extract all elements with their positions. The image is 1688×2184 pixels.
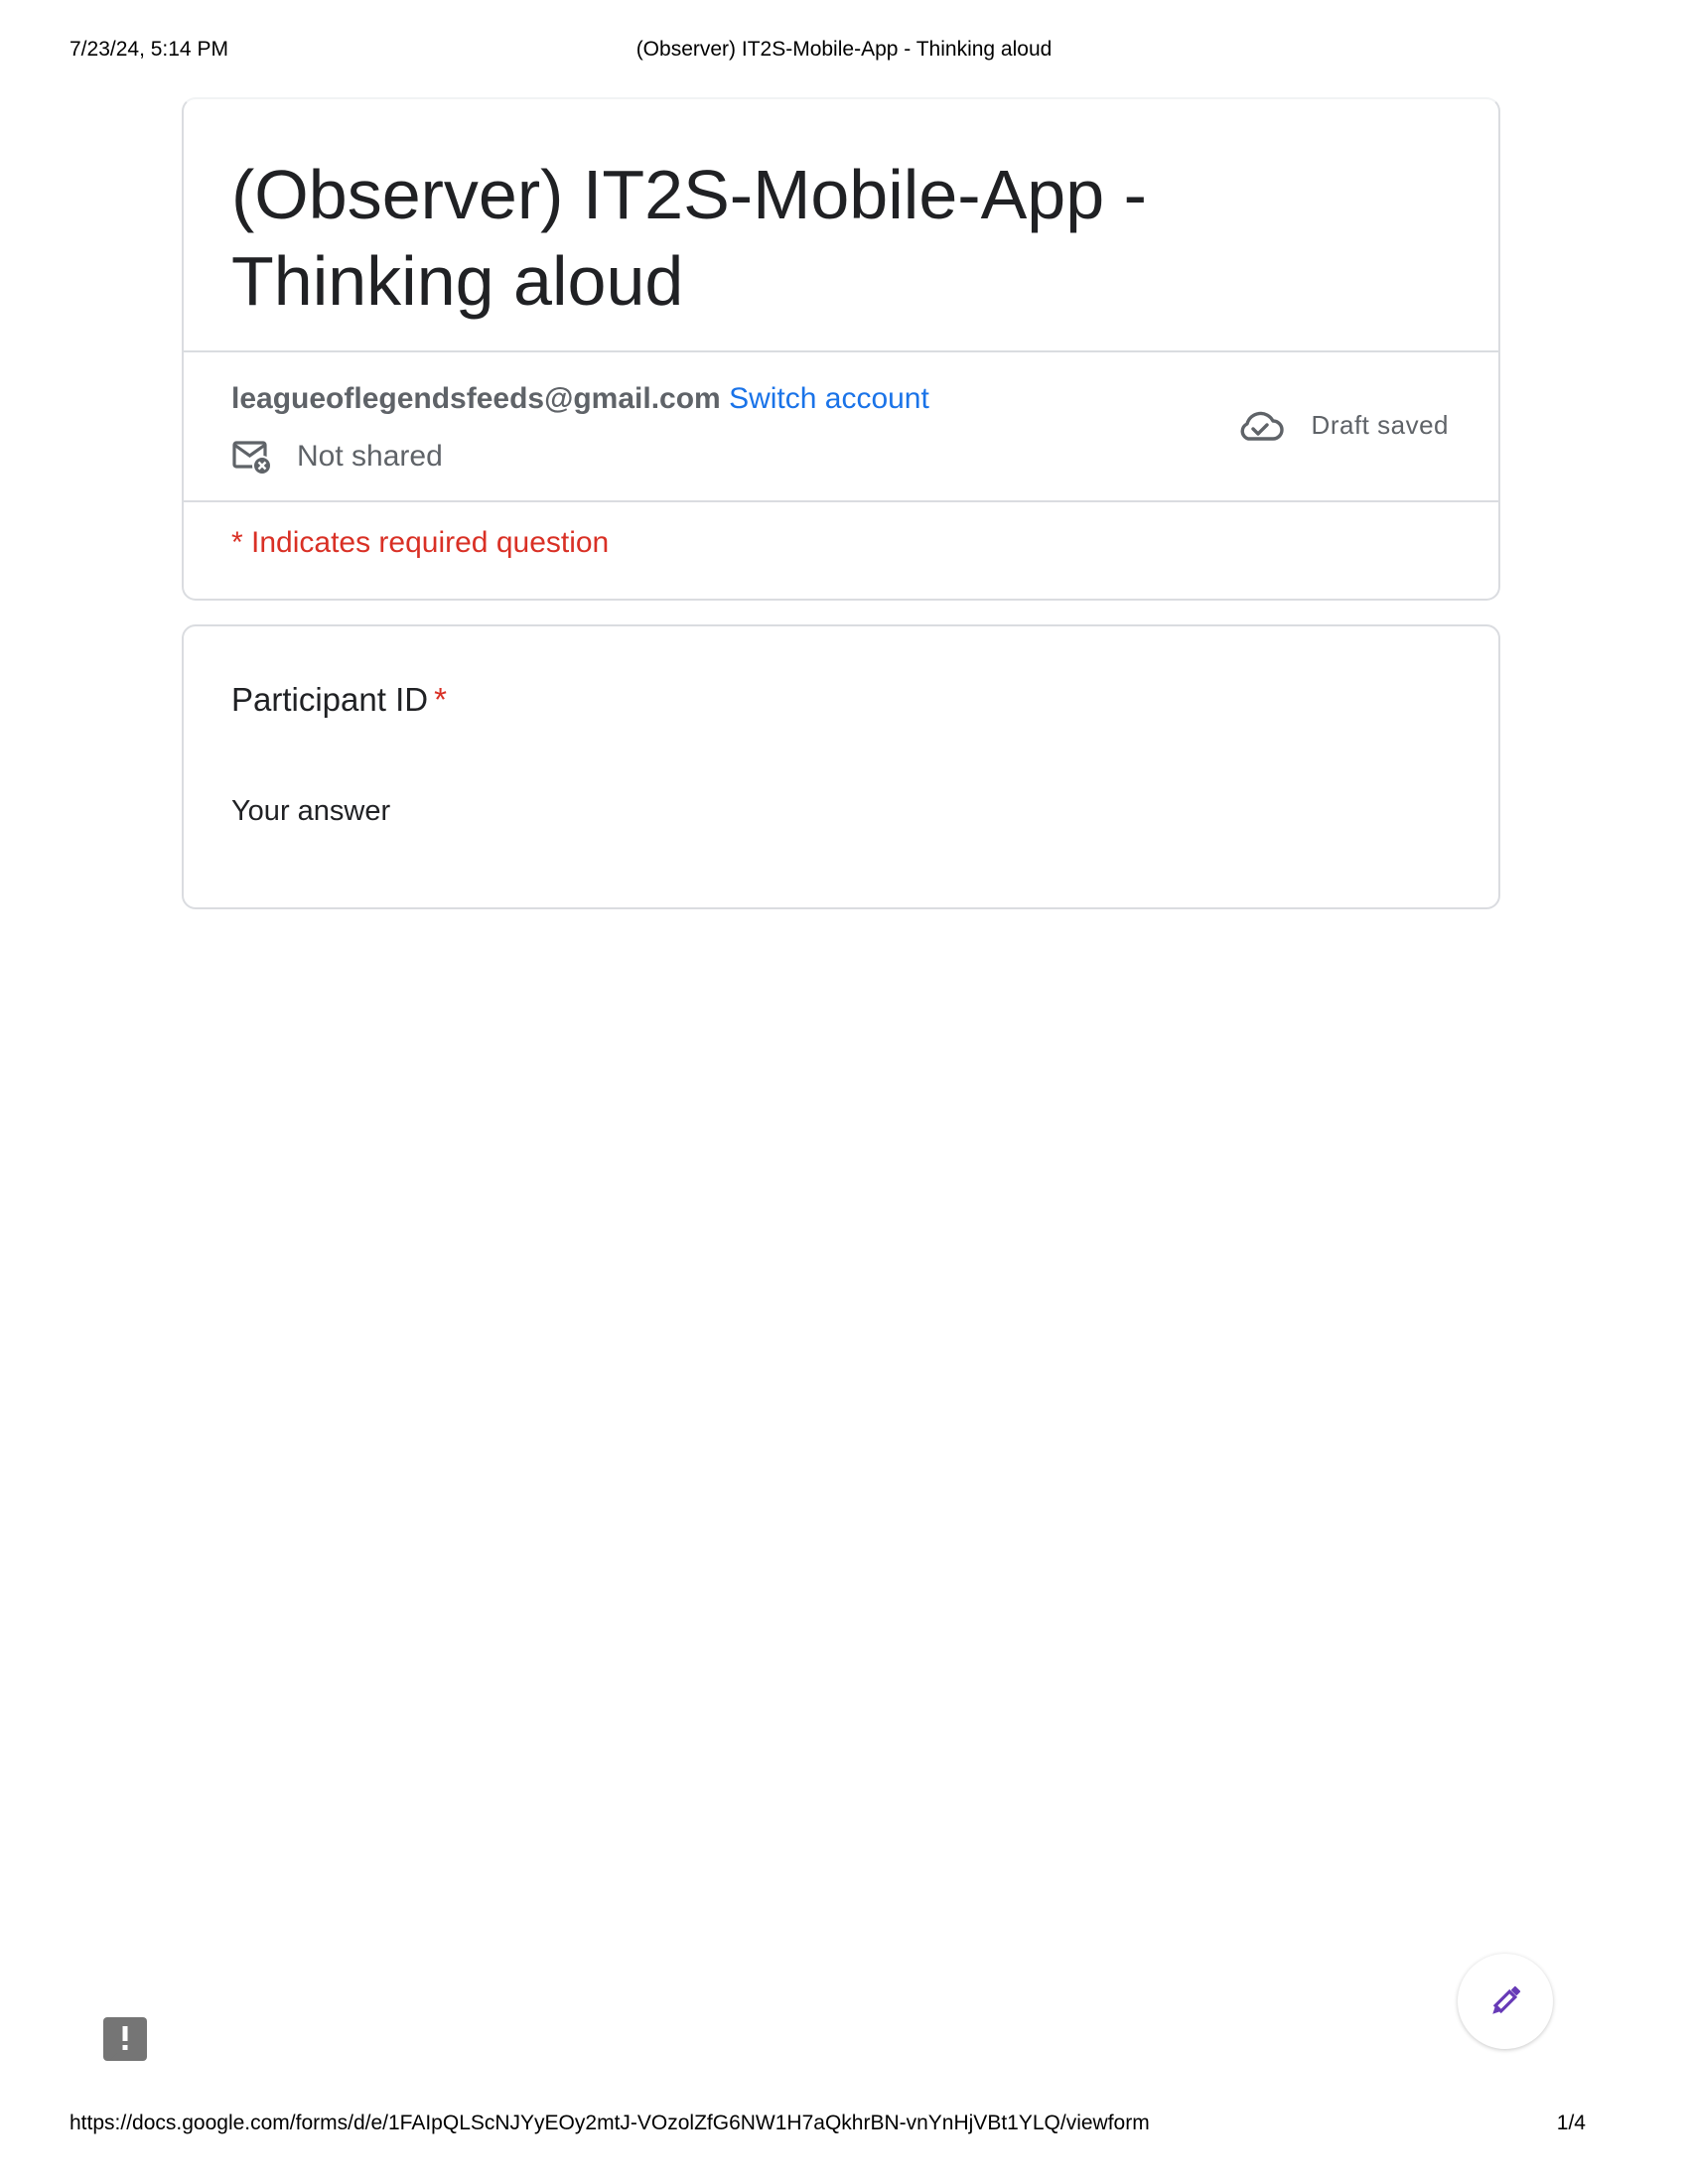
required-asterisk: *	[434, 681, 447, 718]
account-line: leagueoflegendsfeeds@gmail.com Switch ac…	[231, 379, 929, 419]
page-number: 1/4	[1556, 2112, 1586, 2134]
pencil-edit-icon	[1492, 1985, 1521, 2014]
required-note: * Indicates required question	[231, 526, 610, 559]
not-shared-label: Not shared	[297, 440, 443, 473]
mail-x-icon	[232, 441, 272, 476]
page-url: https://docs.google.com/forms/d/e/1FAIpQ…	[70, 2112, 1150, 2134]
account-email: leagueoflegendsfeeds@gmail.com	[231, 382, 721, 415]
question-card: Participant ID *	[182, 624, 1500, 909]
question-label: Participant ID	[231, 681, 429, 718]
print-header: 7/23/24, 5:14 PM (Observer) IT2S-Mobile-…	[70, 38, 1618, 68]
print-title: (Observer) IT2S-Mobile-App - Thinking al…	[635, 38, 1053, 61]
form-header-card: (Observer) IT2S-Mobile-App - Thinking al…	[182, 97, 1500, 601]
report-problem-icon	[109, 2026, 128, 2061]
header-divider	[184, 350, 1498, 352]
form-title: (Observer) IT2S-Mobile-App - Thinking al…	[231, 156, 1147, 320]
not-shared-status: Not shared	[231, 437, 443, 477]
switch-account-link[interactable]: Switch account	[729, 382, 929, 415]
required-divider	[184, 500, 1498, 502]
participant-id-input[interactable]	[231, 795, 827, 828]
draft-status-label: Draft saved	[1311, 409, 1449, 440]
print-footer: https://docs.google.com/forms/d/e/1FAIpQ…	[70, 2112, 1618, 2141]
question-title: Participant ID *	[231, 681, 447, 719]
report-problem-button[interactable]	[103, 2017, 147, 2061]
draft-status: Draft saved	[1236, 405, 1449, 445]
edit-fab-button[interactable]	[1458, 1954, 1553, 2049]
cloud-check-icon	[1240, 411, 1284, 441]
